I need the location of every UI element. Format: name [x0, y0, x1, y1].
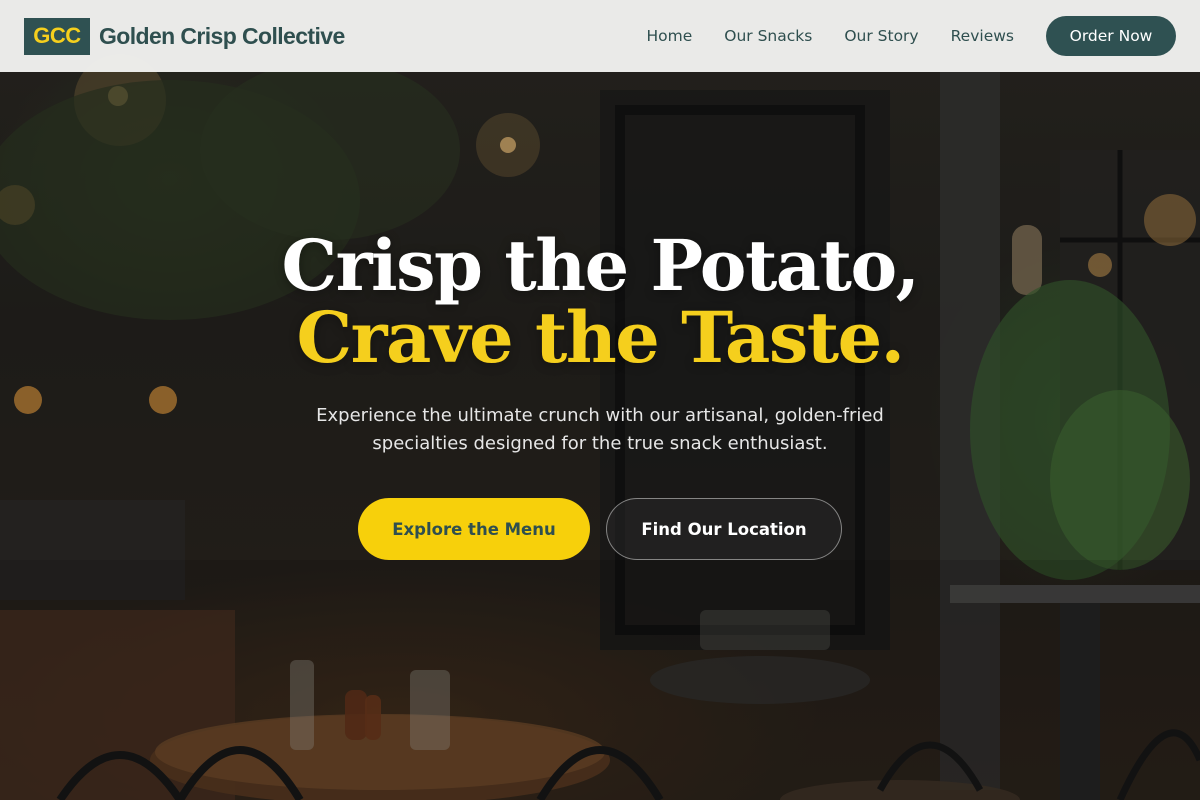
hero-section: Crisp the Potato, Crave the Taste. Exper…	[0, 230, 1200, 560]
nav-link-our-story[interactable]: Our Story	[844, 27, 918, 45]
order-now-button[interactable]: Order Now	[1046, 16, 1176, 56]
nav-link-our-snacks[interactable]: Our Snacks	[724, 27, 812, 45]
hero-headline: Crisp the Potato, Crave the Taste.	[0, 230, 1200, 374]
brand-name: Golden Crisp Collective	[99, 22, 345, 49]
hero-headline-line2: Crave the Taste.	[296, 296, 905, 379]
brand-home-link[interactable]: GCC Golden Crisp Collective	[24, 17, 345, 55]
brand-logo: GCC	[24, 17, 90, 55]
hero-cta-row: Explore the Menu Find Our Location	[0, 498, 1200, 560]
hero-headline-line1: Crisp the Potato,	[281, 224, 920, 307]
nav-link-home[interactable]: Home	[646, 27, 692, 45]
explore-menu-button[interactable]: Explore the Menu	[358, 498, 590, 560]
find-location-button[interactable]: Find Our Location	[606, 498, 842, 560]
nav-link-reviews[interactable]: Reviews	[951, 27, 1014, 45]
hero-subtext: Experience the ultimate crunch with our …	[316, 405, 884, 454]
top-navbar: GCC Golden Crisp Collective Home Our Sna…	[0, 0, 1200, 72]
main-nav: Home Our Snacks Our Story Reviews Order …	[646, 16, 1176, 56]
